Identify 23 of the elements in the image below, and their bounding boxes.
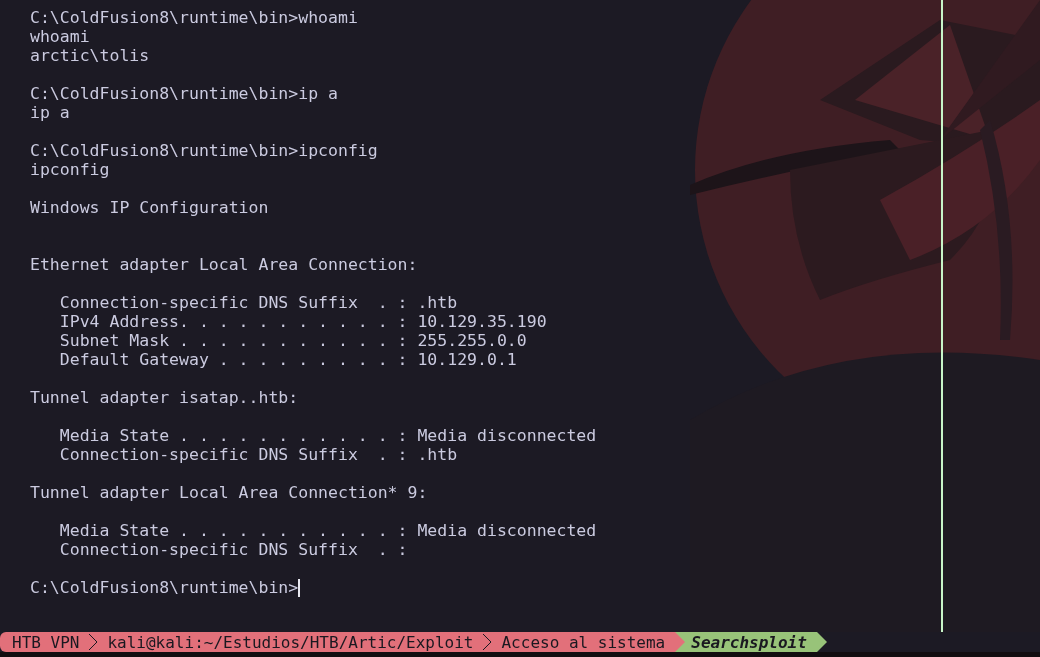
terminal-line: C:\ColdFusion8\runtime\bin>ip a — [30, 84, 338, 103]
prompt-line: C:\ColdFusion8\runtime\bin> — [30, 578, 299, 597]
terminal-line: Tunnel adapter Local Area Connection* 9: — [30, 483, 428, 502]
status-segment: HTB VPN — [0, 632, 88, 652]
terminal-line: C:\ColdFusion8\runtime\bin>whoami — [30, 8, 358, 27]
terminal-line: Media State . . . . . . . . . . . : Media disconnected — [58, 426, 597, 445]
terminal-line: Subnet Mask . . . . . . . . . . . : 255.255.0.0 — [58, 331, 527, 350]
terminal-line: whoami — [30, 27, 90, 46]
terminal-line: Connection-specific DNS Suffix . : .htb — [58, 293, 458, 312]
status-segment: kali@kali:~/Estudios/HTB/Artic/Exploit — [99, 632, 482, 652]
terminal-line: Default Gateway . . . . . . . . . : 10.129.0.1 — [58, 350, 517, 369]
terminal-line: Connection-specific DNS Suffix . : .htb — [58, 445, 458, 464]
terminal-line: Media State . . . . . . . . . . . : Media disconnected — [58, 521, 597, 540]
terminal-line: IPv4 Address. . . . . . . . . . . : 10.129.35.190 — [58, 312, 547, 331]
terminal-line: Windows IP Configuration — [30, 198, 269, 217]
terminal-line: arctic\tolis — [30, 46, 150, 65]
terminal-line: ip a — [30, 103, 70, 122]
terminal-line: Tunnel adapter isatap..htb: — [30, 388, 299, 407]
text-cursor — [298, 578, 301, 597]
terminal-line: Ethernet adapter Local Area Connection: — [30, 255, 418, 274]
terminal-line: C:\ColdFusion8\runtime\bin>ipconfig — [30, 141, 378, 160]
terminal-line: ipconfig — [30, 160, 110, 179]
terminal-line: Connection-specific DNS Suffix . : — [58, 540, 408, 559]
